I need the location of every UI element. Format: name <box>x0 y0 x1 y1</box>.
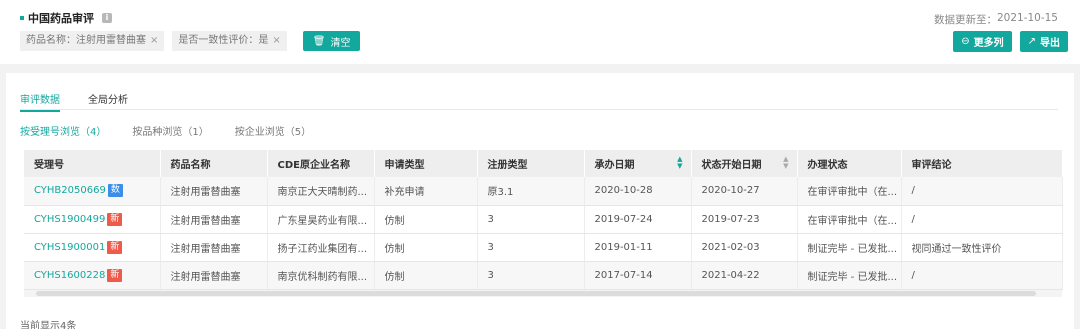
update-date: 2021-10-15 <box>996 12 1058 24</box>
status-badge: 新 <box>107 268 123 282</box>
status-cell: 制证完毕 - 已发批... <box>797 261 902 290</box>
filter-chip-consistency[interactable]: 是否一致性评价：是 × <box>172 31 287 51</box>
minus-circle-icon: ⊖ <box>961 36 970 47</box>
title-row: 中国药品审评 i <box>20 10 112 26</box>
acceptance-no-link[interactable]: CYHS1900001 <box>34 242 105 253</box>
acceptance-no-link[interactable]: CYHS1900499 <box>34 214 105 225</box>
table-row[interactable]: CYHS1900001 新 注射用雷替曲塞 扬子江药业集团有... 仿制 3 20… <box>24 233 1063 262</box>
col-header-label: 状态开始日期 <box>701 160 762 171</box>
status-date-cell: 2021-04-22 <box>691 261 798 290</box>
info-icon[interactable]: i <box>102 13 112 23</box>
table-row[interactable]: CYHS1600228 新 注射用雷替曲塞 南京优科制药有限... 仿制 3 20… <box>24 261 1063 290</box>
export-button[interactable]: ↗ 导出 <box>1019 31 1068 52</box>
export-icon: ↗ <box>1027 36 1036 47</box>
sort-icon[interactable]: ▲ ▼ <box>677 156 682 170</box>
status-cell: 在审评审批中（在... <box>797 205 902 234</box>
tab-divider <box>20 109 1058 110</box>
status-date-cell: 2019-07-23 <box>691 205 798 234</box>
scrollbar-thumb[interactable] <box>36 291 1036 296</box>
row-count-label: 当前显示4条 <box>20 321 77 329</box>
title-marker <box>20 16 24 20</box>
filter-chip-label: 药品名称：注射用雷替曲塞 <box>26 35 146 46</box>
col-header-conclusion[interactable]: 审评结论 <box>901 150 1063 177</box>
apply-type-cell: 仿制 <box>374 261 478 290</box>
col-header-apply-type[interactable]: 申请类型 <box>374 150 478 177</box>
company-cell: 广东星昊药业有限... <box>267 205 375 234</box>
header-panel: 中国药品审评 i 药品名称：注射用雷替曲塞 × 是否一致性评价：是 × 🗑 清空… <box>0 0 1080 64</box>
acceptance-no-cell[interactable]: CYHB2050669 数 <box>24 177 161 206</box>
filter-chip-label: 是否一致性评价：是 <box>178 35 269 46</box>
horizontal-scrollbar[interactable] <box>24 290 1062 297</box>
col-header-reg-type[interactable]: 注册类型 <box>477 150 585 177</box>
col-header-drug-name[interactable]: 药品名称 <box>160 150 268 177</box>
col-header-acceptance-no[interactable]: 受理号 <box>24 150 161 177</box>
subtab-by-acceptance[interactable]: 按受理号浏览（4） <box>20 123 106 138</box>
status-badge: 新 <box>107 212 123 226</box>
update-label: 数据更新至： <box>933 14 997 26</box>
reg-type-cell: 3 <box>477 205 585 234</box>
undertake-date-cell: 2020-10-28 <box>584 177 692 206</box>
reg-type-cell: 3 <box>477 261 585 290</box>
col-header-status-date[interactable]: 状态开始日期 ▲ ▼ <box>691 150 798 177</box>
trash-icon: 🗑 <box>312 35 326 47</box>
acceptance-no-cell[interactable]: CYHS1600228 新 <box>24 261 161 290</box>
status-date-cell: 2021-02-03 <box>691 233 798 262</box>
drug-name-cell: 注射用雷替曲塞 <box>160 177 268 206</box>
status-date-cell: 2020-10-27 <box>691 177 798 206</box>
action-buttons: ⊖ 更多列 ↗ 导出 <box>945 31 1068 52</box>
export-label: 导出 <box>1040 38 1060 49</box>
subtab-by-variety[interactable]: 按品种浏览（1） <box>132 123 208 138</box>
col-header-status[interactable]: 办理状态 <box>797 150 902 177</box>
main-panel: 审评数据 全局分析 按受理号浏览（4） 按品种浏览（1） 按企业浏览（5） 受理… <box>6 73 1074 329</box>
table-row[interactable]: CYHS1900499 新 注射用雷替曲塞 广东星昊药业有限... 仿制 3 20… <box>24 205 1063 234</box>
conclusion-cell: 视同通过一致性评价 <box>901 233 1063 262</box>
acceptance-no-cell[interactable]: CYHS1900001 新 <box>24 233 161 262</box>
col-header-label: 承办日期 <box>594 160 635 171</box>
more-columns-label: 更多列 <box>973 38 1004 49</box>
table-header-row: 受理号 药品名称 CDE原企业名称 申请类型 注册类型 承办日期 ▲ ▼ 状态开始日… <box>24 150 1063 177</box>
filter-bar: 药品名称：注射用雷替曲塞 × 是否一致性评价：是 × 🗑 清空 <box>20 31 361 51</box>
conclusion-cell: / <box>901 261 1063 290</box>
undertake-date-cell: 2019-07-24 <box>584 205 692 234</box>
drug-name-cell: 注射用雷替曲塞 <box>160 261 268 290</box>
reg-type-cell: 原3.1 <box>477 177 585 206</box>
drug-name-cell: 注射用雷替曲塞 <box>160 233 268 262</box>
close-icon[interactable]: × <box>272 31 280 51</box>
col-header-undertake-date[interactable]: 承办日期 ▲ ▼ <box>584 150 692 177</box>
subtab-bar: 按受理号浏览（4） 按品种浏览（1） 按企业浏览（5） <box>20 123 337 138</box>
clear-button-label: 清空 <box>330 37 351 49</box>
acceptance-no-link[interactable]: CYHS1600228 <box>34 270 105 281</box>
acceptance-no-link[interactable]: CYHB2050669 <box>34 185 106 196</box>
review-table: 受理号 药品名称 CDE原企业名称 申请类型 注册类型 承办日期 ▲ ▼ 状态开始日… <box>24 150 1063 290</box>
company-cell: 南京正大天晴制药... <box>267 177 375 206</box>
more-columns-button[interactable]: ⊖ 更多列 <box>953 31 1012 52</box>
table-row[interactable]: CYHB2050669 数 注射用雷替曲塞 南京正大天晴制药... 补充申请 原3… <box>24 177 1063 206</box>
status-cell: 制证完毕 - 已发批... <box>797 233 902 262</box>
undertake-date-cell: 2017-07-14 <box>584 261 692 290</box>
close-icon[interactable]: × <box>150 31 158 51</box>
drug-name-cell: 注射用雷替曲塞 <box>160 205 268 234</box>
company-cell: 扬子江药业集团有... <box>267 233 375 262</box>
reg-type-cell: 3 <box>477 233 585 262</box>
status-badge: 数 <box>107 184 123 198</box>
subtab-by-company[interactable]: 按企业浏览（5） <box>235 123 311 138</box>
apply-type-cell: 补充申请 <box>374 177 478 206</box>
apply-type-cell: 仿制 <box>374 205 478 234</box>
status-badge: 新 <box>107 240 123 254</box>
sort-icon[interactable]: ▲ ▼ <box>783 156 788 170</box>
filter-chip-drug-name[interactable]: 药品名称：注射用雷替曲塞 × <box>20 31 165 51</box>
page-title: 中国药品审评 <box>28 12 94 25</box>
undertake-date-cell: 2019-01-11 <box>584 233 692 262</box>
conclusion-cell: / <box>901 205 1063 234</box>
update-info: 数据更新至： 2021-10-15 <box>934 12 1058 27</box>
clear-button[interactable]: 🗑 清空 <box>302 31 361 51</box>
acceptance-no-cell[interactable]: CYHS1900499 新 <box>24 205 161 234</box>
status-cell: 在审评审批中（在... <box>797 177 902 206</box>
col-header-company[interactable]: CDE原企业名称 <box>267 150 375 177</box>
company-cell: 南京优科制药有限... <box>267 261 375 290</box>
apply-type-cell: 仿制 <box>374 233 478 262</box>
conclusion-cell: / <box>901 177 1063 206</box>
